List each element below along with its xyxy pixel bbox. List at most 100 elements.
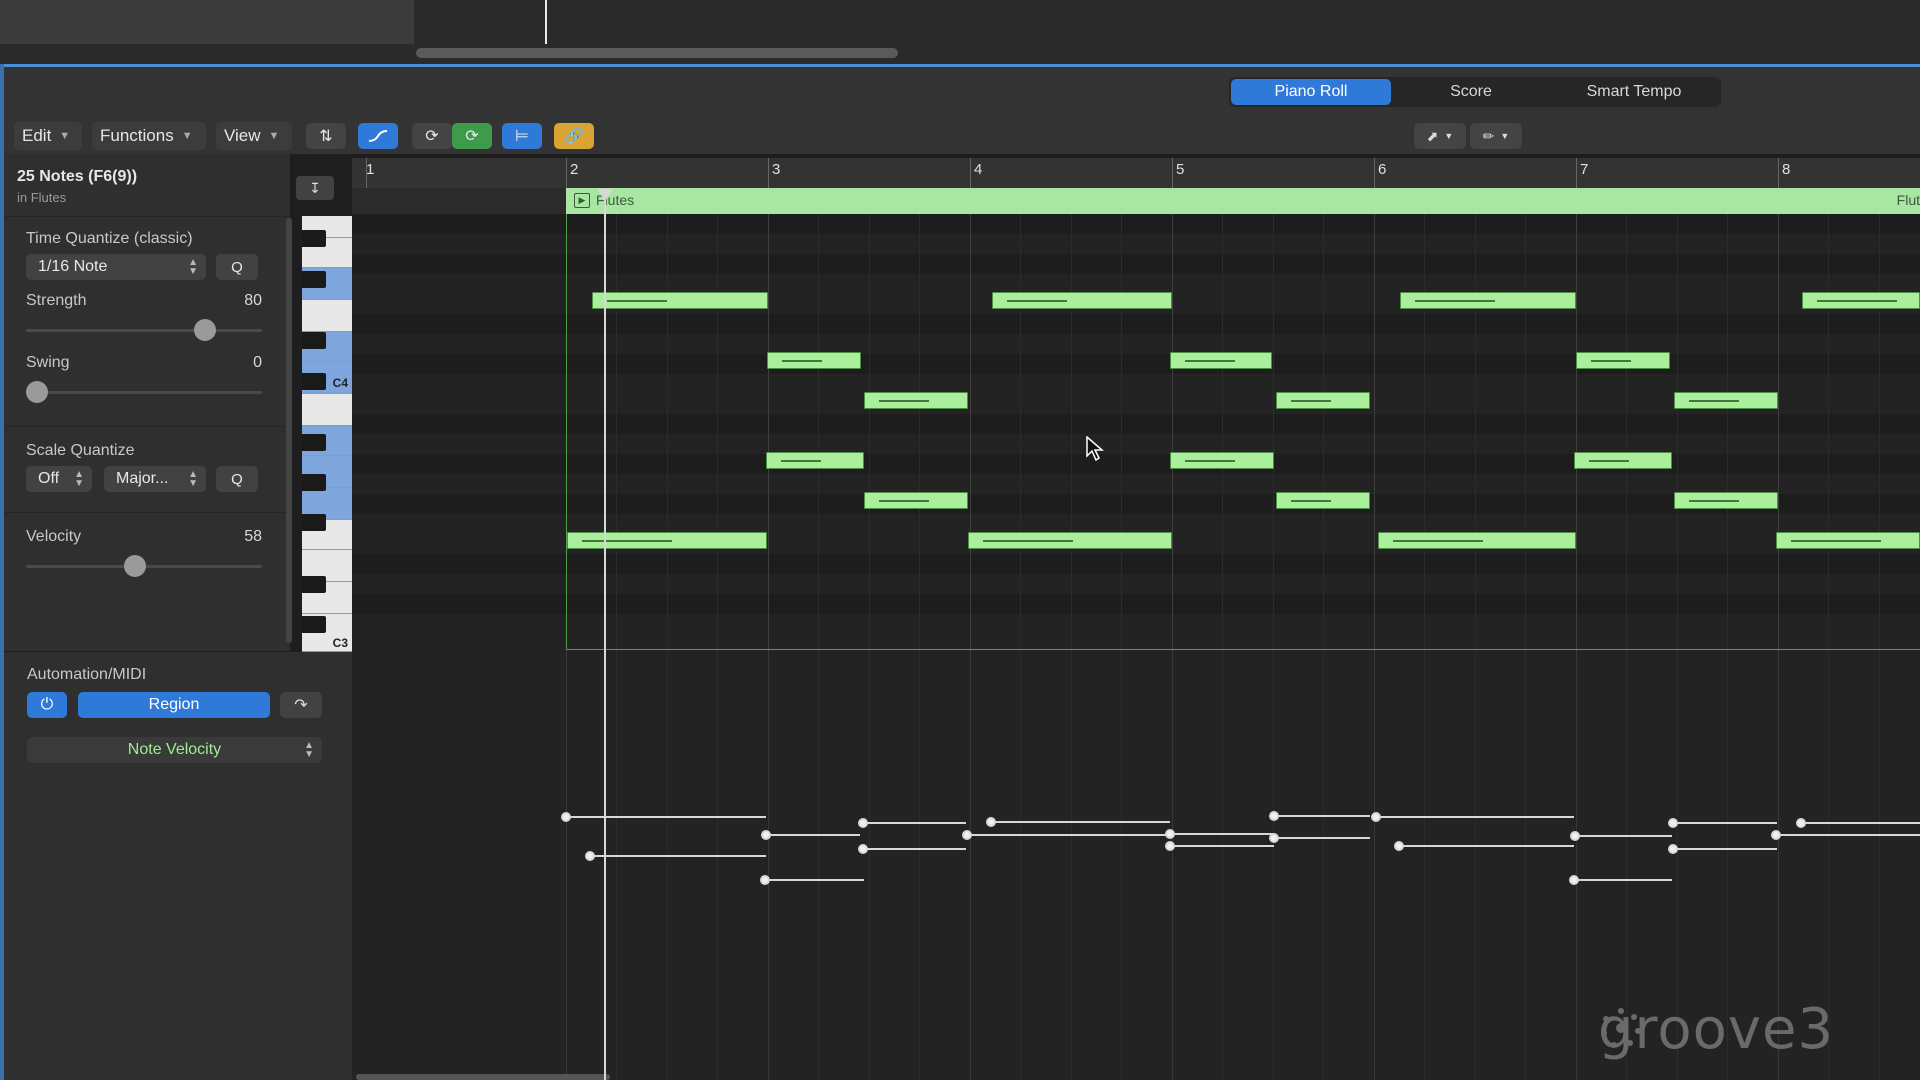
time-quantize-popup[interactable]: 1/16 Note ▲ ▼ [26, 254, 206, 280]
time-quantize-q-button[interactable]: Q [216, 254, 258, 280]
tracks-horizontal-scrollbar[interactable] [416, 48, 898, 58]
piano-keyboard[interactable]: C4 C3 [302, 216, 352, 652]
black-key[interactable] [302, 474, 326, 491]
automation-parameter-popup[interactable]: Note Velocity ▲ ▼ [27, 737, 322, 763]
black-key[interactable] [302, 271, 326, 288]
chevron-down-icon: ▼ [1500, 131, 1510, 141]
snap-button[interactable]: ⊨ [502, 123, 542, 149]
black-key[interactable] [302, 373, 326, 390]
region-header[interactable]: ▶ Flutes Flut [566, 188, 1920, 214]
midi-note[interactable] [1574, 452, 1672, 469]
midi-note[interactable] [592, 292, 768, 309]
midi-in-button[interactable] [358, 123, 398, 149]
catch-icon: ⟳ [465, 128, 479, 145]
time-quantize-value: 1/16 Note [38, 258, 108, 275]
tracks-area [0, 0, 1920, 64]
midi-note[interactable] [1400, 292, 1576, 309]
piano-roll-grid[interactable] [352, 214, 1920, 652]
note-velocity-bar [1817, 300, 1897, 302]
pencil-tool-icon: ✏ [1482, 127, 1495, 144]
velocity-point [1796, 818, 1806, 828]
time-quantize-label: Time Quantize (classic) [26, 230, 193, 247]
midi-note[interactable] [1576, 352, 1670, 369]
note-velocity-bar [781, 460, 821, 462]
black-key[interactable] [302, 616, 326, 633]
scale-quantize-popup[interactable]: Off ▲ ▼ [26, 466, 92, 492]
velocity-point [1771, 830, 1781, 840]
loop-icon: ⟳ [425, 128, 439, 145]
view-menu[interactable]: View ▼ [216, 122, 292, 150]
scale-quantize-q-button[interactable]: Q [216, 466, 258, 492]
strength-label: Strength [26, 292, 87, 309]
black-key[interactable] [302, 332, 326, 349]
black-key[interactable] [302, 514, 326, 531]
note-velocity-bar [582, 540, 672, 542]
note-velocity-bar [1007, 300, 1067, 302]
velocity-point [1668, 844, 1678, 854]
velocity-point [986, 817, 996, 827]
left-click-tool-menu[interactable]: ⬈ ▼ [1414, 123, 1466, 149]
velocity-slider[interactable] [26, 555, 262, 577]
playhead[interactable] [604, 188, 606, 1080]
scale-type-popup[interactable]: Major... ▲ ▼ [104, 466, 206, 492]
strength-slider[interactable] [26, 319, 262, 341]
logic-pro-window: Piano Roll Score Smart Tempo Edit ▼ Funct… [0, 0, 1920, 1080]
midi-note[interactable] [1170, 452, 1274, 469]
command-click-tool-menu[interactable]: ✏ ▼ [1470, 123, 1522, 149]
midi-note[interactable] [992, 292, 1172, 309]
midi-note[interactable] [1802, 292, 1920, 309]
automation-parameter-value: Note Velocity [127, 741, 222, 758]
midi-note[interactable] [1170, 352, 1272, 369]
collapse-button[interactable]: ⇅ [306, 123, 346, 149]
black-key[interactable] [302, 230, 326, 247]
swing-slider[interactable] [26, 381, 262, 403]
swing-slider-knob[interactable] [26, 381, 48, 403]
link-button[interactable]: 🔗 [554, 123, 594, 149]
loop-button[interactable]: ⟳ [412, 123, 452, 149]
editor-horizontal-scrollbar[interactable] [356, 1074, 610, 1080]
scale-type-value: Major... [116, 470, 169, 487]
bar-ruler[interactable]: 1 2 3 4 5 6 7 8 [352, 158, 1920, 188]
midi-note[interactable] [864, 492, 968, 509]
track-header-pane [0, 0, 414, 44]
midi-note[interactable] [766, 452, 864, 469]
note-velocity-bar [1393, 540, 1483, 542]
tab-score[interactable]: Score [1391, 79, 1551, 105]
midi-note[interactable] [1276, 392, 1370, 409]
tab-smart-tempo[interactable]: Smart Tempo [1551, 79, 1717, 105]
catch-button[interactable]: ⟳ [452, 123, 492, 149]
midi-note[interactable] [1776, 532, 1920, 549]
bar-tick [1172, 158, 1173, 188]
automation-power-button[interactable]: ⏻ [27, 692, 67, 718]
black-key[interactable] [302, 576, 326, 593]
midi-note[interactable] [1378, 532, 1576, 549]
black-key[interactable] [302, 434, 326, 451]
midi-region[interactable] [566, 214, 1920, 650]
functions-menu[interactable]: Functions ▼ [92, 122, 206, 150]
white-key[interactable] [302, 300, 352, 332]
bar-tick [1576, 158, 1577, 188]
region-automation-button[interactable]: Region [78, 692, 270, 718]
editor-header: Piano Roll Score Smart Tempo [4, 67, 1920, 125]
strength-slider-knob[interactable] [194, 319, 216, 341]
inspector-scrollbar[interactable] [286, 218, 292, 643]
midi-note[interactable] [567, 532, 767, 549]
midi-note[interactable] [767, 352, 861, 369]
inspector-toggle-button[interactable]: ↧ [296, 176, 334, 200]
white-key[interactable] [302, 394, 352, 426]
edit-menu[interactable]: Edit ▼ [14, 122, 82, 150]
bar-number-7: 7 [1580, 161, 1589, 178]
bar-number-6: 6 [1378, 161, 1387, 178]
midi-note[interactable] [1674, 492, 1778, 509]
playhead-handle[interactable] [597, 189, 613, 201]
bar-number-1: 1 [366, 161, 375, 178]
automation-redo-button[interactable]: ↷ [280, 692, 322, 718]
note-velocity-bar [879, 400, 929, 402]
midi-note[interactable] [1674, 392, 1778, 409]
velocity-point [761, 830, 771, 840]
tab-piano-roll[interactable]: Piano Roll [1231, 79, 1391, 105]
midi-note[interactable] [864, 392, 968, 409]
velocity-slider-knob[interactable] [124, 555, 146, 577]
midi-note[interactable] [968, 532, 1172, 549]
midi-note[interactable] [1276, 492, 1370, 509]
